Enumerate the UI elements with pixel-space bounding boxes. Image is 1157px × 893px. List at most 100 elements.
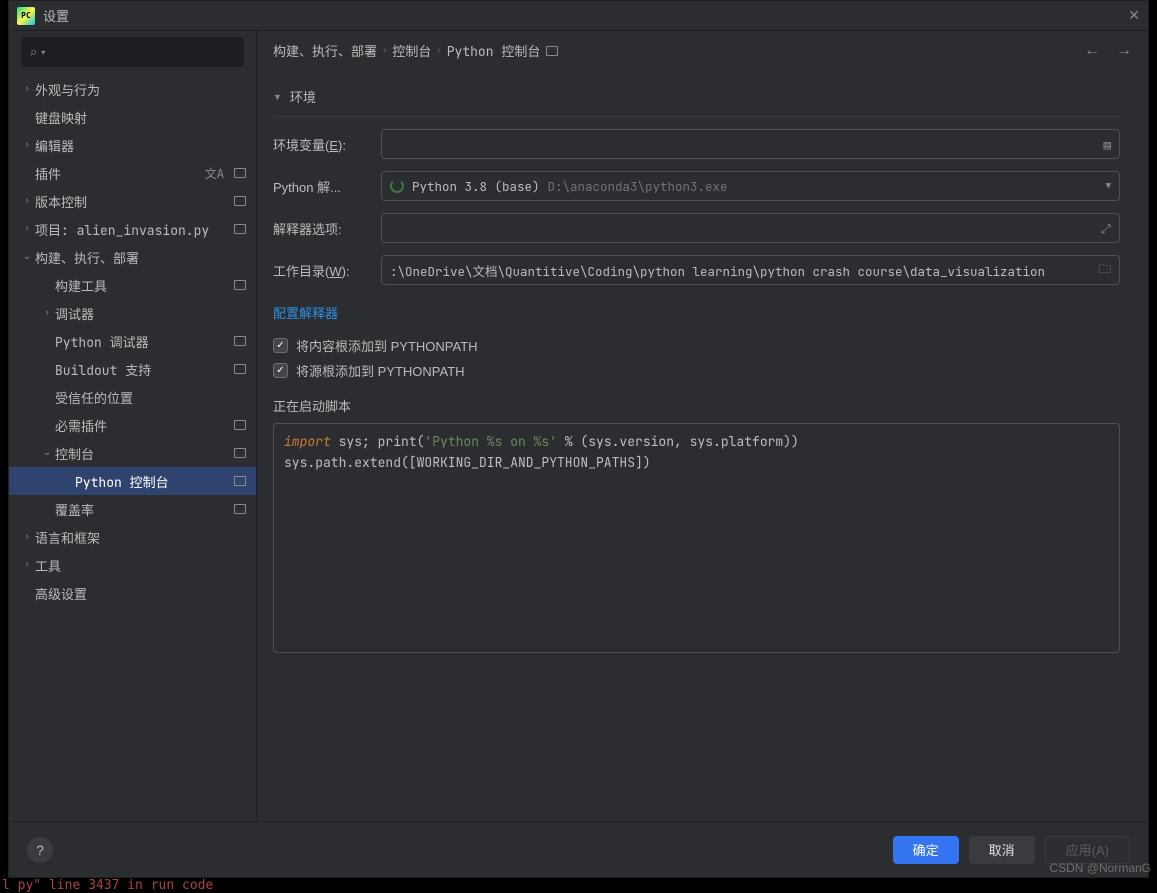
sidebar-item-label: 调试器	[55, 304, 246, 323]
interpreter-label: Python 解...	[273, 177, 371, 196]
scope-badge-icon	[234, 476, 246, 486]
sidebar-item-label: 控制台	[55, 444, 230, 463]
sidebar-item[interactable]: Python 控制台	[9, 467, 256, 495]
sidebar-item-label: Buildout 支持	[55, 360, 230, 379]
sidebar-item-label: 键盘映射	[35, 108, 246, 127]
sidebar-item-label: 项目: alien_invasion.py	[35, 220, 230, 239]
sidebar-item[interactable]: 覆盖率	[9, 495, 256, 523]
search-icon: ⌕	[30, 44, 37, 60]
sidebar-item[interactable]: ›项目: alien_invasion.py	[9, 215, 256, 243]
chevron-down-icon: ⌄	[39, 447, 55, 458]
chevron-right-icon: ›	[39, 307, 55, 318]
expand-icon[interactable]: ⤢	[1101, 220, 1111, 237]
window-title: 设置	[43, 6, 69, 25]
search-field[interactable]: ⌕ ▾	[21, 37, 244, 67]
workdir-field[interactable]: :\OneDrive\文档\Quantitive\Coding\python l…	[381, 255, 1120, 285]
env-vars-label: 环境变量(E):	[273, 135, 371, 154]
configure-interpreter-link[interactable]: 配置解释器	[273, 303, 338, 322]
sidebar-item-label: 工具	[35, 556, 246, 575]
startup-script-label: 正在启动脚本	[273, 396, 1120, 415]
sidebar-item[interactable]: Python 调试器	[9, 327, 256, 355]
chevron-right-icon: ›	[19, 223, 35, 234]
scope-badge-icon	[234, 448, 246, 458]
sidebar-item[interactable]: ›版本控制	[9, 187, 256, 215]
list-icon[interactable]: ▤	[1103, 136, 1111, 153]
startup-script-editor[interactable]: import sys; print('Python %s on %s' % (s…	[273, 423, 1120, 653]
chevron-right-icon: ›	[19, 531, 35, 542]
main-panel: 构建、执行、部署 › 控制台 › Python 控制台 ← → ▼ 环境	[257, 31, 1148, 821]
watermark: CSDN @NormanG	[1049, 861, 1151, 875]
help-button[interactable]: ?	[27, 837, 53, 863]
interpreter-name: Python 3.8 (base)	[412, 178, 540, 195]
scope-badge-icon	[546, 46, 558, 56]
background-error-text: l py" line 3437 in run code	[2, 878, 213, 893]
scope-badge-icon	[234, 168, 246, 178]
language-icon: 文A	[205, 165, 224, 182]
sidebar-item-label: 构建、执行、部署	[35, 248, 246, 267]
chevron-down-icon[interactable]: ▼	[1106, 180, 1111, 192]
sidebar-item[interactable]: 受信任的位置	[9, 383, 256, 411]
content-area: ▼ 环境 环境变量(E): ▤ Python 解...	[257, 71, 1148, 821]
crumb-1[interactable]: 控制台	[392, 41, 431, 60]
sidebar-item[interactable]: ›调试器	[9, 299, 256, 327]
search-input[interactable]	[49, 45, 235, 60]
dialog-body: ⌕ ▾ ›外观与行为键盘映射›编辑器插件文A›版本控制›项目: alien_in…	[9, 31, 1148, 821]
sidebar-item-label: 语言和框架	[35, 528, 246, 547]
apply-button: 应用(A)	[1045, 836, 1130, 864]
dropdown-icon: ▾	[41, 48, 45, 57]
scope-badge-icon	[234, 224, 246, 234]
sidebar-item-label: Python 调试器	[55, 332, 230, 351]
checkbox-content-roots[interactable]: ✓	[273, 338, 288, 353]
sidebar-item-label: 受信任的位置	[55, 388, 246, 407]
sidebar-item-label: 高级设置	[35, 584, 246, 603]
chevron-right-icon: ›	[383, 45, 386, 56]
crumb-0[interactable]: 构建、执行、部署	[273, 41, 377, 60]
chevron-right-icon: ›	[437, 45, 440, 56]
folder-icon[interactable]: 🗀	[1098, 260, 1111, 281]
sidebar-item[interactable]: ›外观与行为	[9, 75, 256, 103]
sidebar-item-label: 构建工具	[55, 276, 230, 295]
titlebar: PC 设置 ✕	[9, 1, 1148, 31]
scope-badge-icon	[234, 336, 246, 346]
scope-badge-icon	[234, 420, 246, 430]
checkbox-source-roots[interactable]: ✓	[273, 363, 288, 378]
interp-options-field[interactable]: ⤢	[381, 213, 1120, 243]
settings-tree[interactable]: ›外观与行为键盘映射›编辑器插件文A›版本控制›项目: alien_invasi…	[9, 75, 256, 821]
sidebar-item[interactable]: ›编辑器	[9, 131, 256, 159]
sidebar-item[interactable]: 高级设置	[9, 579, 256, 607]
crumb-2[interactable]: Python 控制台	[447, 41, 541, 60]
sidebar-item[interactable]: ⌄控制台	[9, 439, 256, 467]
cancel-button[interactable]: 取消	[969, 836, 1035, 864]
sidebar-item-label: 版本控制	[35, 192, 230, 211]
sidebar-item-label: Python 控制台	[75, 472, 230, 491]
nav-forward-icon[interactable]: →	[1116, 42, 1132, 60]
env-vars-field[interactable]: ▤	[381, 129, 1120, 159]
chevron-right-icon: ›	[19, 83, 35, 94]
workdir-value: :\OneDrive\文档\Quantitive\Coding\python l…	[390, 261, 1090, 280]
close-icon[interactable]: ✕	[1128, 7, 1140, 24]
nav-back-icon[interactable]: ←	[1084, 42, 1100, 60]
sidebar-item-label: 外观与行为	[35, 80, 246, 99]
breadcrumb: 构建、执行、部署 › 控制台 › Python 控制台 ← →	[257, 31, 1148, 71]
chevron-right-icon: ›	[19, 559, 35, 570]
interp-options-label: 解释器选项:	[273, 219, 371, 238]
scope-badge-icon	[234, 504, 246, 514]
sidebar-item[interactable]: ›工具	[9, 551, 256, 579]
sidebar-item[interactable]: ⌄构建、执行、部署	[9, 243, 256, 271]
sidebar-item[interactable]: 必需插件	[9, 411, 256, 439]
ok-button[interactable]: 确定	[893, 836, 959, 864]
checkbox-source-roots-label: 将源根添加到 PYTHONPATH	[296, 361, 465, 380]
section-title: 环境	[290, 87, 316, 106]
scope-badge-icon	[234, 280, 246, 290]
section-header-environment[interactable]: ▼ 环境	[273, 81, 1120, 117]
sidebar-item[interactable]: 插件文A	[9, 159, 256, 187]
dialog-footer: ? 确定 取消 应用(A)	[9, 821, 1148, 877]
sidebar-item[interactable]: 构建工具	[9, 271, 256, 299]
loading-spinner-icon	[390, 179, 404, 193]
interpreter-path: D:\anaconda3\python3.exe	[548, 178, 728, 195]
sidebar-item[interactable]: ›语言和框架	[9, 523, 256, 551]
sidebar-item[interactable]: 键盘映射	[9, 103, 256, 131]
sidebar-item[interactable]: Buildout 支持	[9, 355, 256, 383]
sidebar-item-label: 编辑器	[35, 136, 246, 155]
interpreter-dropdown[interactable]: Python 3.8 (base) D:\anaconda3\python3.e…	[381, 171, 1120, 201]
